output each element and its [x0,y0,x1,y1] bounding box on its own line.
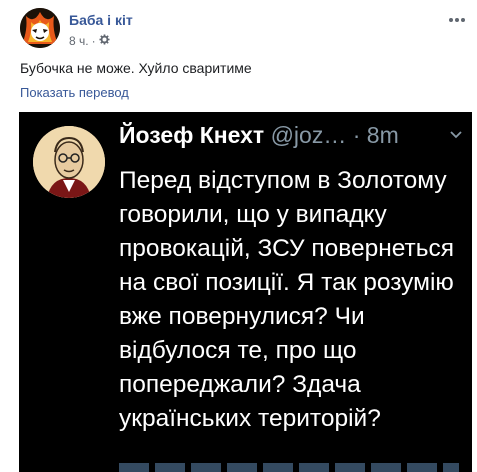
tweet-handle: @joz… [270,122,347,148]
tweet-author-name: Йозеф Кнехт [119,122,265,148]
translate-link[interactable]: Показать перевод [20,85,129,100]
post-header: Баба і кіт 8 ч. · [20,8,470,52]
post-text: Бубочка не може. Хуйло сваритиме [20,60,252,76]
chevron-down-icon [449,128,463,142]
post-meta: 8 ч. · [69,34,110,48]
page-name[interactable]: Баба і кіт [69,12,133,28]
post-time[interactable]: 8 ч. [69,34,89,48]
meta-separator: · [91,34,96,48]
tweet-screenshot[interactable]: Йозеф Кнехт @joz… · 8m Перед відступом в… [19,112,472,472]
gear-icon[interactable] [99,34,110,48]
page-avatar[interactable] [20,8,60,48]
tweet-body: Перед відступом в Золотому говорили, що … [119,167,455,432]
tweet-time: 8m [366,122,399,148]
tweet-cut-line [119,463,459,472]
tweet-separator: · [352,122,361,148]
tweet-avatar [33,126,105,198]
tweet-author-line: Йозеф Кнехт @joz… · 8m [119,122,399,149]
more-icon[interactable] [448,10,466,28]
